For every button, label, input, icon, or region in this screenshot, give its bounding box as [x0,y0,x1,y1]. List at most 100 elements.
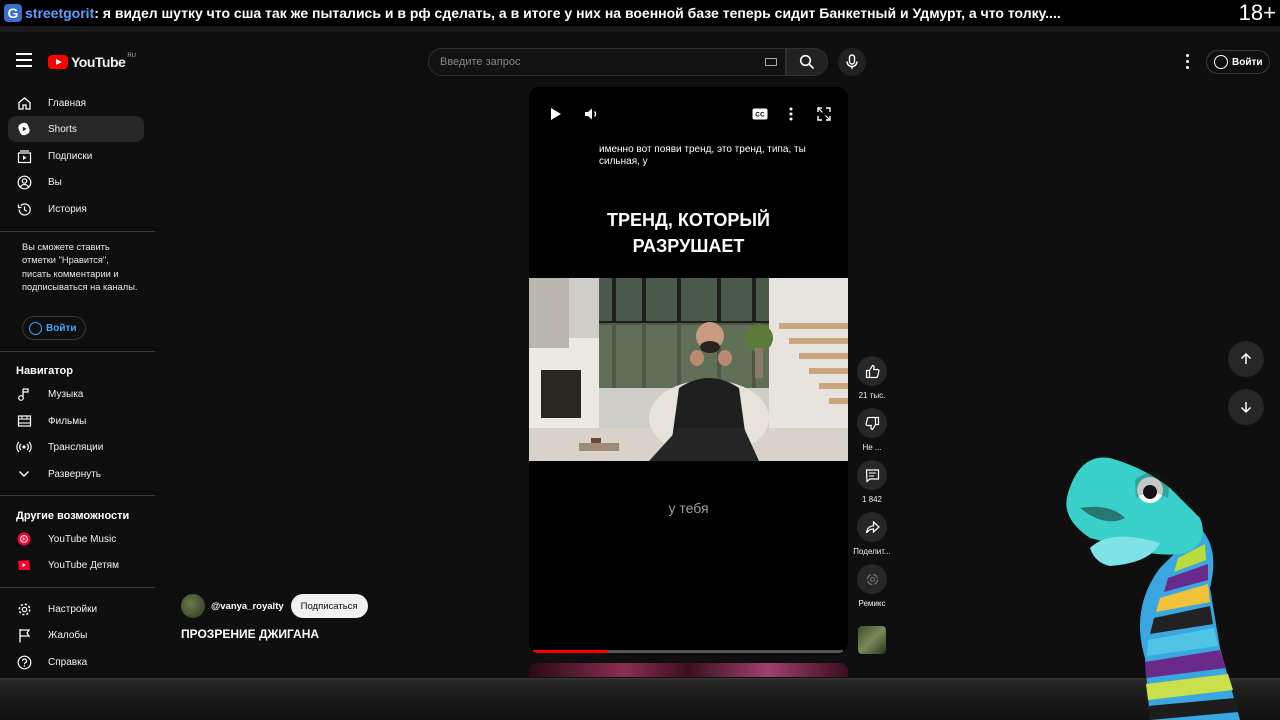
sidebar-item-home[interactable]: Главная [8,90,144,116]
sidebar-item-report[interactable]: Жалобы [8,622,144,648]
you-icon [16,174,32,190]
logo-text: YouTube [71,54,126,70]
overlay-logo: G [4,4,22,22]
sidebar-item-expand[interactable]: Развернуть [8,461,144,487]
comments-button[interactable]: 1 842 [856,460,888,504]
like-button[interactable]: 21 тыс. [856,356,888,400]
search-box [428,48,786,76]
sidebar-item-label: Главная [48,97,87,109]
fullscreen-icon[interactable] [815,105,833,123]
dislike-button[interactable]: Не ... [856,408,888,452]
sidebar-item-label: Развернуть [48,468,102,480]
sidebar-item-label: Справка [48,656,88,668]
sidebar-item-label: Трансляции [48,441,104,453]
captions-icon[interactable]: CC [751,105,769,123]
sidebar-item-label: YouTube Music [48,533,117,545]
history-icon [16,201,32,217]
sidebar-item-you[interactable]: Вы [8,169,144,195]
shorts-player[interactable]: CC именно вот появи тренд, это тренд, ти… [529,87,848,653]
keyboard-icon[interactable] [765,58,777,66]
video-overlay-title: ТРЕНД, КОТОРЫЙ РАЗРУШАЕТ [529,207,848,259]
sidebar-item-youtube-kids[interactable]: YouTube Детям [8,552,144,578]
like-count: 21 тыс. [858,391,886,400]
shorts-icon [16,121,32,137]
sidebar-item-label: Вы [48,176,62,188]
next-short-preview[interactable] [529,663,848,677]
previous-short-button[interactable] [1228,341,1264,377]
sidebar-item-help[interactable]: Справка [8,649,144,675]
sidebar-item-label: YouTube Детям [48,559,119,571]
sidebar-item-history[interactable]: История [8,196,144,222]
masthead: YouTube RU Войти [0,32,1280,88]
auto-caption: именно вот появи тренд, это тренд, типа,… [599,144,806,167]
sidebar-divider [0,495,155,496]
gear-icon [16,601,32,617]
sidebar-item-youtube-music[interactable]: YouTube Music [8,526,144,552]
settings-menu-icon[interactable] [1180,52,1194,70]
sidebar-item-label: Фильмы [48,415,87,427]
play-icon[interactable] [547,105,565,123]
share-icon [865,520,880,533]
signin-prompt-text: Вы сможете ставить отметки "Нравится", п… [22,242,138,292]
signin-label: Войти [1232,56,1263,68]
sidebar-divider [0,351,155,352]
thumbs-down-icon [864,416,879,430]
sound-thumbnail[interactable] [858,626,886,654]
sidebar-item-music[interactable]: Музыка [8,381,144,407]
progress-bar[interactable] [533,650,843,653]
sidebar-item-label: Музыка [48,388,84,400]
flag-icon [16,627,32,643]
sidebar-item-label: Shorts [48,123,77,135]
sidebar-item-subscriptions[interactable]: Подписки [8,143,144,169]
voice-search-button[interactable] [838,48,866,76]
sidebar-item-live[interactable]: Трансляции [8,434,144,460]
chat-overlay-banner: G streetgorit : я видел шутку что сша та… [0,0,1280,26]
signin-button[interactable]: Войти [1206,50,1270,74]
dislike-label: Не ... [862,443,882,452]
sidebar-item-label: История [48,203,87,215]
share-button[interactable]: Поделит... [853,512,891,556]
youtube-play-icon [48,55,68,69]
help-icon [16,654,32,670]
arrow-down-icon [1240,402,1252,414]
search-input[interactable] [429,49,729,75]
thumbs-up-icon [865,364,880,378]
next-short-button[interactable] [1228,389,1264,425]
sidebar-signin-label: Войти [46,322,77,334]
channel-avatar[interactable] [181,594,205,618]
menu-icon[interactable] [14,50,34,70]
share-label: Поделит... [853,547,891,556]
channel-handle[interactable]: @vanya_royalty [211,601,284,612]
sidebar-signin-button[interactable]: Войти [22,316,86,340]
more-options-icon[interactable] [782,105,800,123]
subtitle-text: у тебя [668,500,709,516]
volume-icon[interactable] [583,105,601,123]
chevron-down-icon [16,466,32,482]
sidebar-divider [0,587,155,588]
search-button[interactable] [786,48,828,76]
sidebar-item-label: Настройки [48,603,98,615]
sidebar-divider [0,231,155,232]
sidebar-item-shorts[interactable]: Shorts [8,116,144,142]
remix-label: Ремикс [858,599,886,608]
video-frame [529,278,848,461]
comment-count: 1 842 [861,495,883,504]
svg-text:CC: CC [755,112,765,119]
sock-puppet-overlay [1066,457,1240,720]
overlay-title-line: РАЗРУШАЕТ [632,236,745,256]
region-code: RU [127,53,136,59]
remix-button[interactable]: Ремикс [856,564,888,608]
mic-icon [846,54,858,69]
sidebar-item-label: Подписки [48,150,93,162]
subscribe-button[interactable]: Подписаться [290,594,368,618]
video-title[interactable]: ПРОЗРЕНИЕ ДЖИГАНА [181,627,319,641]
sidebar-item-settings[interactable]: Настройки [8,596,144,622]
sidebar-item-films[interactable]: Фильмы [8,408,144,434]
youtube-logo[interactable]: YouTube RU [48,53,136,70]
navigator-heading: Навигатор [16,365,73,377]
overlay-username: streetgorit [25,5,95,21]
sidebar-item-label: Жалобы [48,629,88,641]
overlay-title-line: ТРЕНД, КОТОРЫЙ [607,210,770,230]
channel-info: @vanya_royalty Подписаться [181,594,368,618]
live-icon [16,439,32,455]
